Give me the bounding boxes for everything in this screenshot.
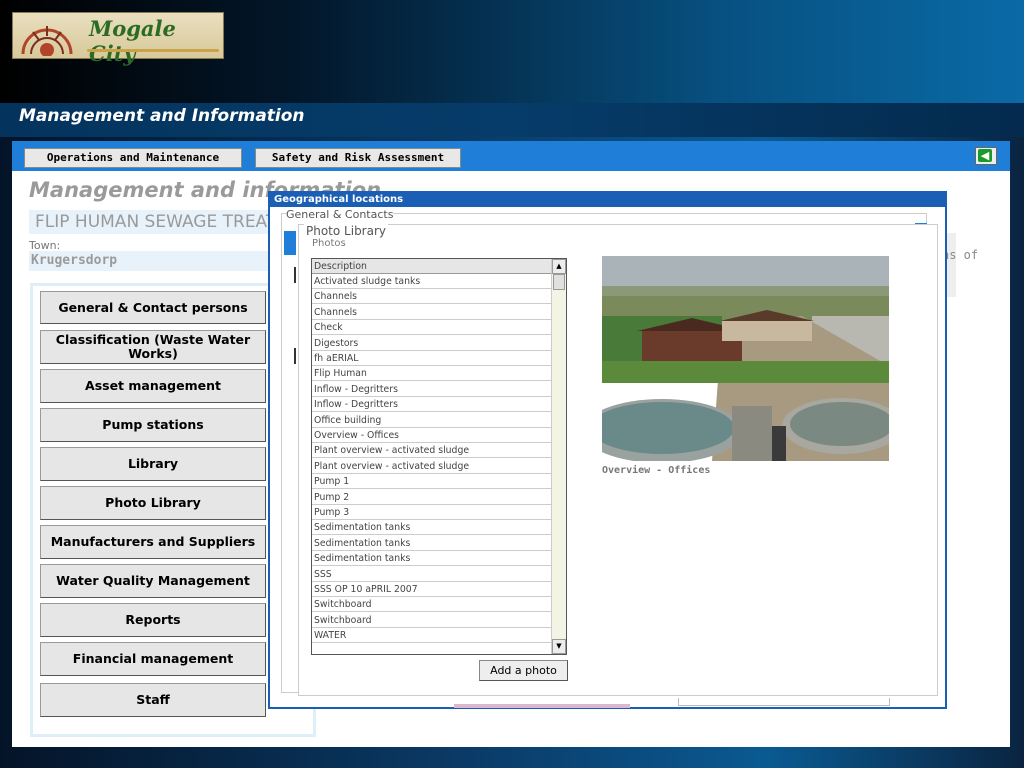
list-item[interactable]: Sedimentation tanks [312, 520, 551, 535]
photo-library-panel: Photo Library Photos Description Activat… [298, 224, 938, 696]
list-item[interactable]: Check [312, 320, 551, 335]
list-item[interactable]: Pump 3 [312, 505, 551, 520]
list-item[interactable]: Sedimentation tanks [312, 551, 551, 566]
list-item[interactable]: Overview - Offices [312, 428, 551, 443]
nav-financial-management[interactable]: Financial management [40, 642, 266, 676]
top-toolbar: Operations and Maintenance Safety and Ri… [12, 141, 1010, 171]
photos-label: Photos [312, 238, 346, 249]
field-marker [294, 348, 296, 364]
nav-general-contact-persons[interactable]: General & Contact persons [40, 291, 266, 324]
list-header-description[interactable]: Description [312, 259, 551, 274]
list-item[interactable]: Channels [312, 305, 551, 320]
list-item[interactable]: Plant overview - activated sludge [312, 443, 551, 458]
list-item[interactable]: Digestors [312, 336, 551, 351]
nav-asset-management[interactable]: Asset management [40, 369, 266, 403]
list-item[interactable]: SSS OP 10 aPRIL 2007 [312, 582, 551, 597]
nav-classification[interactable]: Classification (Waste Water Works) [40, 330, 266, 364]
town-value: Krugersdorp [29, 251, 272, 271]
list-item[interactable]: SSS [312, 567, 551, 582]
nav-staff[interactable]: Staff [40, 683, 266, 717]
list-item[interactable]: Channels [312, 289, 551, 304]
list-item[interactable]: Pump 2 [312, 490, 551, 505]
list-item[interactable]: WATER [312, 628, 551, 643]
side-text: ns of [942, 248, 979, 262]
scroll-down-icon[interactable]: ▼ [552, 639, 566, 654]
logo-swoosh [87, 49, 219, 52]
field-marker [294, 267, 296, 283]
sun-emblem-icon [21, 26, 73, 56]
selected-photo [602, 256, 889, 461]
nav-reports[interactable]: Reports [40, 603, 266, 637]
list-item[interactable]: Switchboard [312, 597, 551, 612]
list-scrollbar[interactable]: ▲ ▼ [551, 259, 566, 654]
bottom-bar [454, 704, 630, 708]
logo-text: Mogale City [89, 16, 176, 66]
back-arrow-icon: ◀ [978, 149, 992, 162]
list-item[interactable]: Plant overview - activated sludge [312, 459, 551, 474]
operations-maintenance-button[interactable]: Operations and Maintenance [24, 148, 242, 168]
scroll-up-icon[interactable]: ▲ [552, 259, 566, 274]
section-title: Management and Information [19, 106, 305, 126]
nav-photo-library[interactable]: Photo Library [40, 486, 266, 520]
add-photo-button[interactable]: Add a photo [479, 660, 568, 681]
photo-caption: Overview - Offices [602, 465, 711, 476]
list-item[interactable]: Switchboard [312, 613, 551, 628]
scroll-thumb[interactable] [553, 274, 565, 290]
plant-name-field: FLIP HUMAN SEWAGE TREATMENT [29, 210, 272, 234]
nav-water-quality-management[interactable]: Water Quality Management [40, 564, 266, 598]
tab-strip [284, 231, 296, 255]
back-button[interactable]: ◀ [975, 147, 997, 165]
list-item[interactable]: Sedimentation tanks [312, 536, 551, 551]
list-item[interactable]: Inflow - Degritters [312, 382, 551, 397]
list-item[interactable]: fh aERIAL [312, 351, 551, 366]
mogale-city-logo: Mogale City [12, 12, 224, 66]
list-item[interactable]: Flip Human [312, 366, 551, 381]
general-contacts-legend: General & Contacts [286, 208, 394, 221]
content-frame: Operations and Maintenance Safety and Ri… [12, 141, 1010, 747]
bottom-field [678, 698, 890, 706]
list-item[interactable]: Office building [312, 413, 551, 428]
nav-manufacturers-suppliers[interactable]: Manufacturers and Suppliers [40, 525, 266, 559]
nav-pump-stations[interactable]: Pump stations [40, 408, 266, 442]
safety-risk-button[interactable]: Safety and Risk Assessment [255, 148, 461, 168]
list-item[interactable]: Inflow - Degritters [312, 397, 551, 412]
photo-library-legend: Photo Library [304, 224, 389, 238]
list-item[interactable]: Activated sludge tanks [312, 274, 551, 289]
list-item[interactable]: Pump 1 [312, 474, 551, 489]
geo-window-title: Geographical locations [270, 193, 945, 207]
nav-library[interactable]: Library [40, 447, 266, 481]
photo-list[interactable]: Description Activated sludge tanks Chann… [311, 258, 567, 655]
section-title-bar: Management and Information [0, 103, 1024, 137]
